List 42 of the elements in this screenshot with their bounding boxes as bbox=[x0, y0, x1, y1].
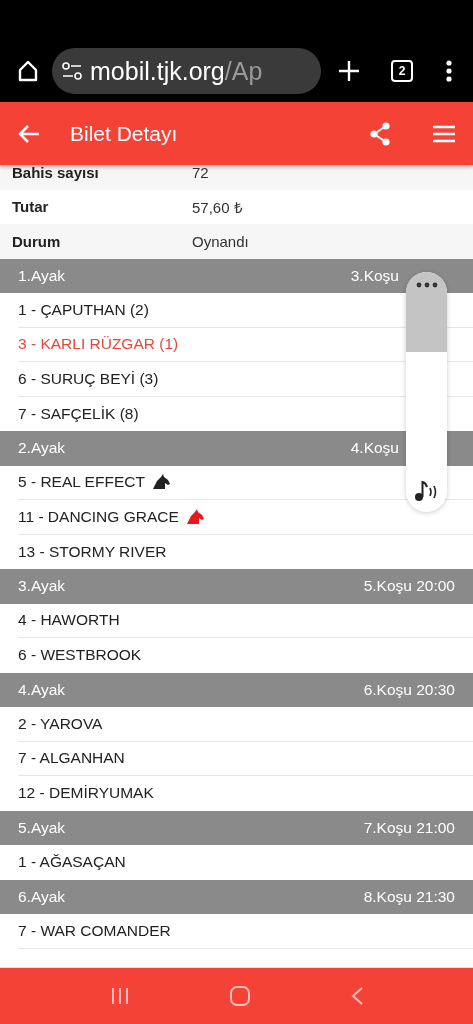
url-text: mobil.tjk.org/Ap bbox=[90, 56, 263, 86]
horse-name: 11 - DANCING GRACE bbox=[18, 507, 179, 526]
leg-title: 6.Ayak bbox=[18, 887, 66, 906]
info-value: 72 bbox=[192, 165, 209, 181]
back-icon[interactable] bbox=[18, 123, 40, 144]
leg-title: 3.Ayak bbox=[18, 577, 66, 596]
race-time: 7.Koşu 21:00 bbox=[363, 818, 455, 837]
info-label: Tutar bbox=[12, 198, 50, 216]
leg-title: 5.Ayak bbox=[18, 818, 66, 837]
more-icon[interactable] bbox=[415, 282, 438, 288]
horse-name: 13 - STORMY RIVER bbox=[18, 542, 167, 561]
horse-name: 6 - WESTBROOK bbox=[18, 646, 142, 665]
info-label: Bahis sayısı bbox=[12, 165, 100, 181]
info-label: Durum bbox=[12, 232, 62, 250]
leg-title: 1.Ayak bbox=[18, 266, 66, 285]
leg-title: 2.Ayak bbox=[18, 439, 66, 458]
race-time: 3.Koşu bbox=[350, 266, 399, 285]
menu-icon[interactable] bbox=[433, 124, 455, 143]
horse-name: 6 - SURUÇ BEYİ (3) bbox=[18, 369, 159, 388]
address-bar[interactable]: mobil.tjk.org/Ap bbox=[52, 48, 321, 94]
leg-title: 4.Ayak bbox=[18, 680, 66, 699]
info-value: Oynandı bbox=[192, 232, 249, 250]
race-time: 5.Koşu 20:00 bbox=[363, 577, 455, 596]
page-title: Bilet Detayı bbox=[70, 121, 179, 146]
race-time: 4.Koşu bbox=[350, 439, 399, 458]
horse-name: 7 - ALGANHAN bbox=[18, 749, 125, 768]
horse-name: 4 - HAWORTH bbox=[18, 611, 120, 630]
share-icon[interactable] bbox=[369, 121, 391, 146]
horse-name: 7 - SAFÇELİK (8) bbox=[18, 404, 139, 423]
tab-count[interactable]: 2 bbox=[391, 60, 413, 82]
race-time: 6.Koşu 20:30 bbox=[363, 680, 455, 699]
horse-name: 3 - KARLI RÜZGAR (1) bbox=[18, 335, 179, 354]
horse-name: 2 - YAROVA bbox=[18, 714, 103, 733]
horse-name: 7 - WAR COMANDER bbox=[18, 921, 171, 940]
horse-name: 1 - AĞASAÇAN bbox=[18, 853, 126, 872]
info-value: 57,60 ₺ bbox=[192, 197, 243, 217]
horse-name: 1 - ÇAPUTHAN (2) bbox=[18, 300, 149, 319]
horse-name: 12 - DEMİRYUMAK bbox=[18, 784, 154, 803]
site-settings-icon[interactable] bbox=[62, 62, 82, 80]
race-time: 8.Koşu 21:30 bbox=[363, 887, 455, 906]
horse-name: 5 - REAL EFFECT bbox=[18, 473, 145, 492]
more-icon[interactable] bbox=[446, 60, 452, 82]
